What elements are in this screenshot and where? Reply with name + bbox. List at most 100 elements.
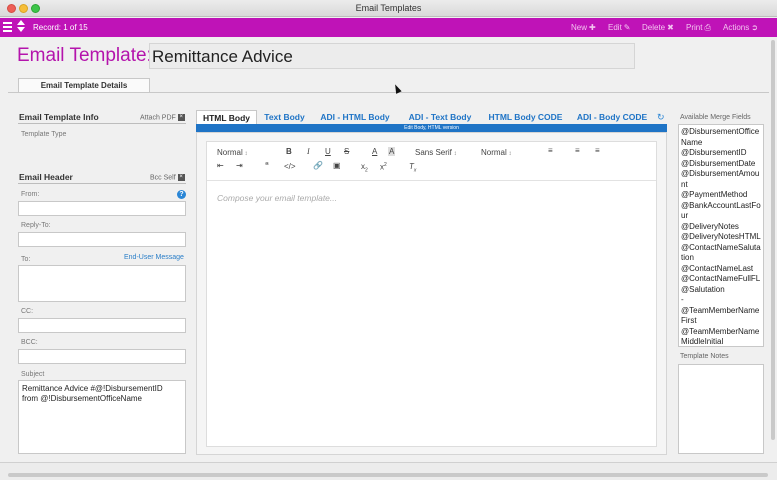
bottom-bar	[0, 462, 777, 480]
previous-record-icon[interactable]	[17, 20, 25, 25]
template-notes-field[interactable]	[678, 364, 764, 454]
highlight-icon[interactable]: A	[388, 147, 396, 156]
tab-adi-text-body[interactable]: ADI - Text Body	[398, 110, 482, 124]
vertical-scrollbar[interactable]	[770, 38, 776, 458]
end-user-message-link[interactable]: End-User Message	[124, 254, 184, 261]
tab-html-body-code[interactable]: HTML Body CODE	[482, 110, 569, 124]
to-label: To:	[21, 256, 31, 263]
next-record-icon[interactable]	[17, 27, 25, 32]
edit-button[interactable]: Edit ✎	[608, 23, 631, 32]
template-name-field[interactable]: Remittance Advice	[149, 43, 635, 69]
size-select[interactable]: Normal	[481, 148, 511, 157]
subscript-icon[interactable]: x2	[361, 162, 368, 174]
menu-icon[interactable]	[3, 22, 12, 32]
tab-email-template-details[interactable]: Email Template Details	[18, 78, 150, 92]
delete-button[interactable]: Delete ✖	[642, 23, 674, 32]
template-type-label: Template Type	[21, 131, 67, 138]
rich-text-editor[interactable]: Normal B I U S A A Sans Serif Normal ≡ ≡…	[206, 141, 657, 447]
print-label: Print	[686, 23, 703, 32]
merge-field-item[interactable]: @ContactNameLast	[681, 264, 761, 275]
record-counter: Record: 1 of 15	[33, 23, 88, 32]
italic-icon[interactable]: I	[307, 147, 310, 156]
code-block-icon[interactable]: </>	[284, 162, 296, 171]
merge-field-item[interactable]: @DeliveryNotesHTML	[681, 232, 761, 243]
merge-field-item[interactable]: @DeliveryNotes	[681, 222, 761, 233]
reply-to-field[interactable]	[18, 232, 186, 247]
plus-icon: ✚	[589, 23, 596, 32]
merge-field-item[interactable]: @TeamMemberNameFirst	[681, 306, 761, 327]
font-select[interactable]: Sans Serif	[415, 148, 457, 157]
merge-field-item[interactable]: @DisbursementAmount	[681, 169, 761, 190]
reply-to-label: Reply-To:	[21, 222, 51, 229]
close-icon[interactable]: ×	[177, 114, 185, 121]
bold-icon[interactable]: B	[286, 147, 292, 156]
merge-field-item[interactable]: @PaymentMethod	[681, 190, 761, 201]
subject-field[interactable]: Remittance Advice #@!DisbursementID from…	[18, 380, 186, 454]
link-icon[interactable]: 🔗	[313, 161, 323, 170]
underline-icon[interactable]: U	[325, 147, 331, 156]
merge-field-item[interactable]: @DisbursementDate	[681, 159, 761, 170]
attach-pdf-label: Attach PDF	[140, 114, 176, 122]
indent-increase-icon[interactable]: ⇥	[236, 161, 243, 170]
page-title-label: Email Template:	[17, 45, 152, 66]
format-select-value: Normal	[217, 148, 243, 157]
close-icon[interactable]: ×	[177, 174, 185, 181]
cc-label: CC:	[21, 308, 34, 315]
new-label: New	[571, 23, 588, 32]
horizontal-scrollbar[interactable]	[8, 473, 768, 477]
bcc-field[interactable]	[18, 349, 186, 364]
bullet-list-icon[interactable]: ≡	[595, 146, 600, 155]
merge-field-item[interactable]: @ContactNameFullFL	[681, 274, 761, 285]
merge-field-item[interactable]: @DisbursementID	[681, 148, 761, 159]
tab-html-body[interactable]: HTML Body	[196, 110, 257, 124]
template-notes-label: Template Notes	[680, 353, 729, 360]
printer-icon: ⎙	[704, 23, 711, 32]
refresh-icon[interactable]: ↻	[657, 112, 665, 123]
ordered-list-icon[interactable]: ≡	[575, 146, 580, 155]
new-button[interactable]: New ✚	[571, 23, 596, 32]
pencil-icon: ✎	[623, 23, 631, 32]
tab-caption: Edit Body, HTML version	[196, 124, 667, 132]
to-field[interactable]	[18, 265, 186, 302]
merge-field-item[interactable]: -	[681, 295, 761, 306]
strikethrough-icon[interactable]: S	[344, 147, 349, 156]
align-icon[interactable]: ≡	[548, 146, 553, 155]
actions-icon: ➲	[751, 23, 758, 32]
from-field[interactable]	[18, 201, 186, 216]
tab-text-body[interactable]: Text Body	[257, 110, 312, 124]
help-icon[interactable]: ?	[177, 190, 186, 199]
indent-decrease-icon[interactable]: ⇤	[217, 161, 224, 170]
superscript-icon[interactable]: x2	[380, 162, 387, 172]
merge-fields-title: Available Merge Fields	[680, 114, 751, 121]
record-toolbar: Record: 1 of 15 New ✚ Edit ✎ Delete ✖ Print…	[0, 18, 777, 37]
size-select-value: Normal	[481, 148, 507, 157]
record-navigation[interactable]	[17, 20, 26, 35]
bcc-self-toggle[interactable]: Bcc Self ×	[150, 174, 185, 181]
merge-field-item[interactable]: @ContactNameSalutation	[681, 243, 761, 264]
clear-formatting-icon[interactable]: Tx	[409, 162, 416, 174]
font-color-icon[interactable]: A	[372, 147, 377, 156]
tab-adi-html-body[interactable]: ADI - HTML Body	[312, 110, 398, 124]
print-button[interactable]: Print ⎙	[686, 23, 711, 33]
from-label: From:	[21, 191, 40, 198]
merge-field-item[interactable]: @TeamMemberNameMiddleInitial	[681, 327, 761, 347]
tab-adi-body-code[interactable]: ADI - Body CODE	[569, 110, 655, 124]
actions-button[interactable]: Actions ➲	[723, 23, 758, 32]
divider	[18, 183, 186, 184]
actions-label: Actions	[723, 23, 750, 32]
image-icon[interactable]: ▣	[333, 161, 341, 170]
merge-field-item[interactable]: @Salutation	[681, 285, 761, 296]
format-select[interactable]: Normal	[217, 148, 247, 157]
subject-label: Subject	[21, 371, 45, 378]
merge-field-item[interactable]: @BankAccountLastFour	[681, 201, 761, 222]
attach-pdf-toggle[interactable]: Attach PDF ×	[140, 114, 185, 121]
divider	[18, 123, 186, 124]
cc-field[interactable]	[18, 318, 186, 333]
email-header-title: Email Header	[19, 172, 73, 182]
merge-field-item[interactable]: @DisbursementOfficeName	[681, 127, 761, 148]
bcc-self-label: Bcc Self	[150, 174, 176, 182]
blockquote-icon[interactable]: “	[265, 161, 269, 170]
body-tabs: HTML Body Text Body ADI - HTML Body ADI …	[196, 110, 667, 124]
merge-fields-list[interactable]: @DisbursementOfficeName @DisbursementID @D…	[678, 124, 764, 347]
scrollbar-thumb[interactable]	[771, 40, 775, 440]
